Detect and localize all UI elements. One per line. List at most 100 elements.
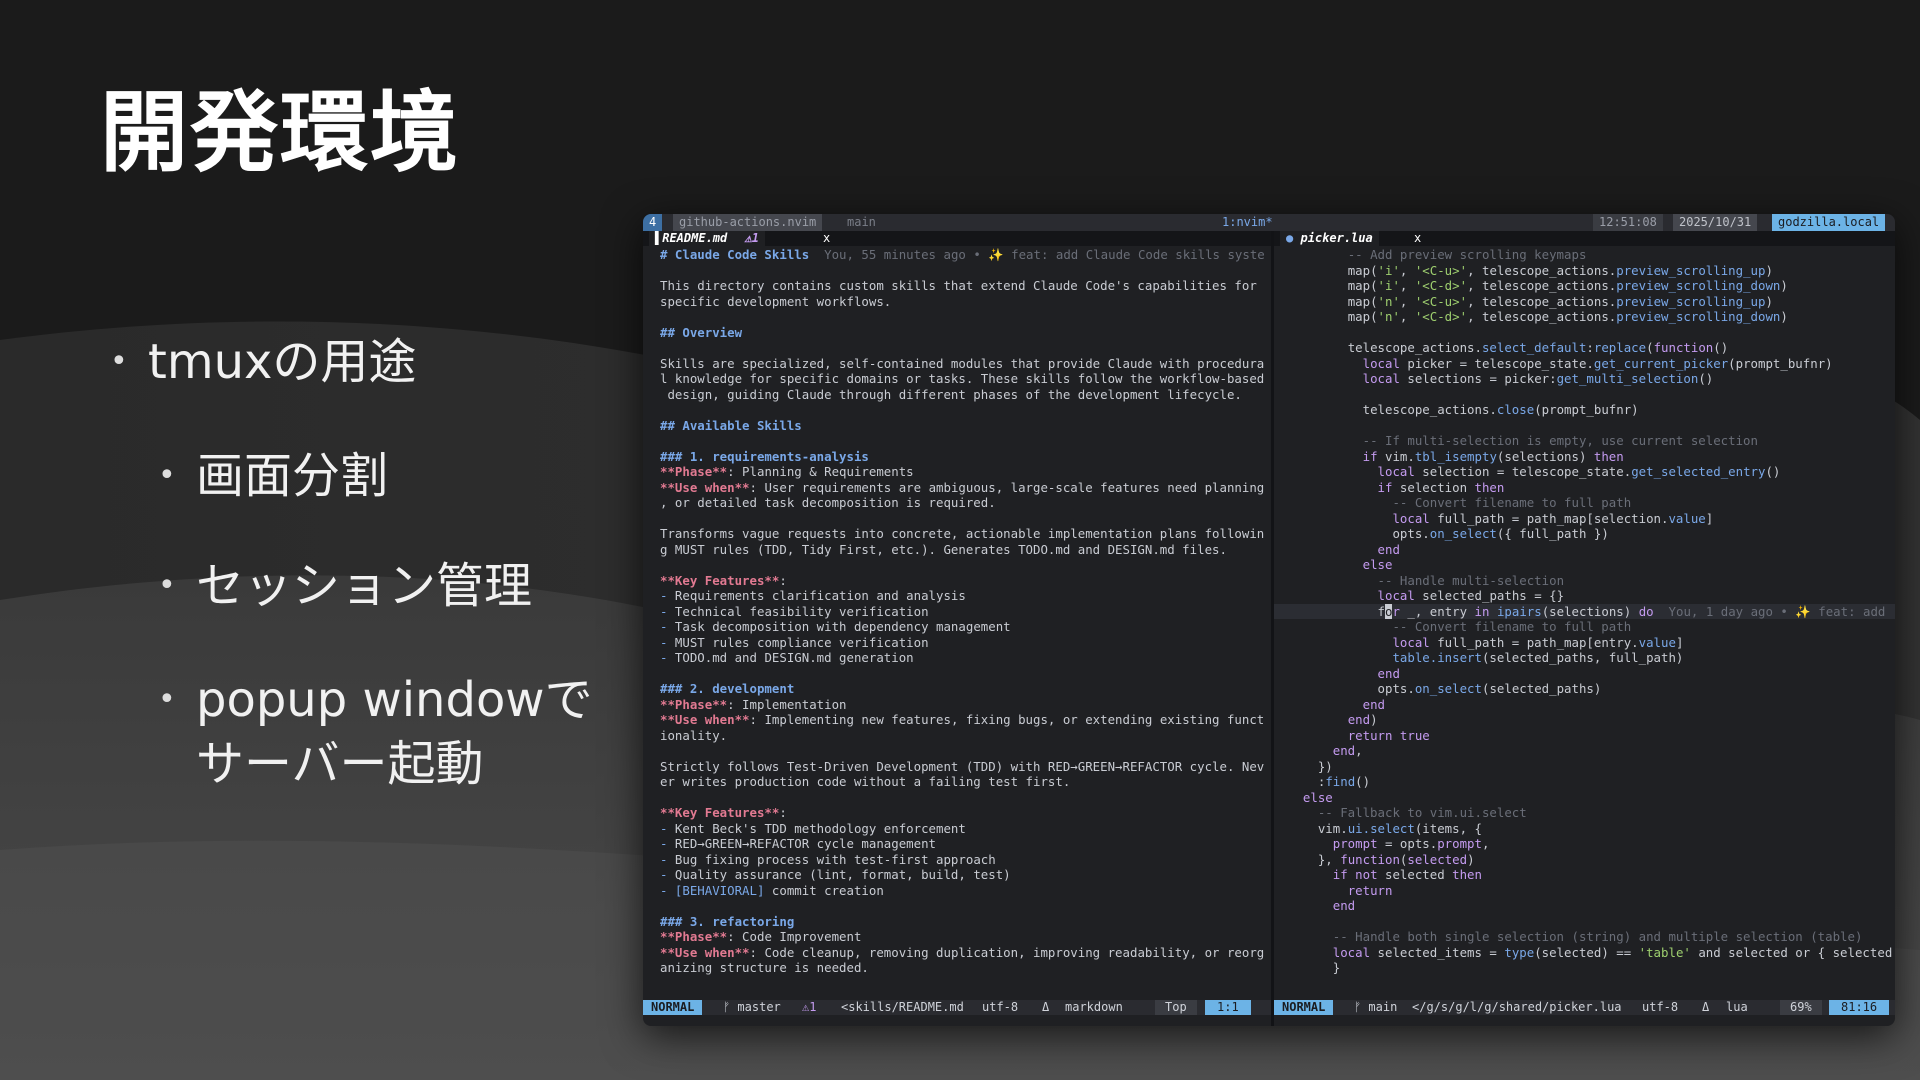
buffer-tab-picker[interactable]: ● picker.lua [1280,231,1379,246]
editor-line: map('i', '<C-d>', telescope_actions.prev… [1274,278,1895,294]
line-text: Requirements clarification and analysis [674,588,966,603]
line-text: Bug fixing process with test-first appro… [674,851,996,867]
link-token: [BEHAVIORAL] [674,882,765,898]
line-text: # Claude Code Skills [660,247,810,262]
code-token: picker = telescope_state. [1399,355,1594,371]
code-token: find [1325,774,1356,789]
code-token: else [1362,557,1393,572]
line-text: : [779,805,787,820]
code-token: local [1392,510,1430,526]
editor-buffer-right[interactable]: -- Add preview scrolling keymaps map('i'… [1274,247,1895,976]
line-text: ### 3. refactoring [660,913,795,929]
code-token: prompt [1332,836,1378,851]
editor-pane-right[interactable]: ● picker.lua x -- Add preview scrolling … [1274,231,1895,1026]
code-token: (prompt_bufnr) [1534,402,1639,417]
git-branch: ᚠ master [723,1000,781,1014]
git-blame-text: You, 55 minutes ago • ✨ feat: add Claude… [809,247,1265,262]
code-token: '<C-u>' [1414,262,1468,278]
code-token: () [1355,774,1371,789]
mode-indicator: NORMAL [1274,1000,1334,1015]
line-text: RED→GREEN→REFACTOR cycle management [674,836,937,851]
code-token: ) [1765,293,1773,309]
tmux-session-name[interactable]: github-actions.nvim [673,214,823,231]
tmux-window-tab[interactable]: 1:nvim* [1216,214,1279,231]
emphasis-token: **Phase** [660,696,728,712]
editor-line: - TODO.md and DESIGN.md generation [643,650,1271,666]
code-token: value [1668,510,1706,526]
code-token: selected_items = [1370,944,1505,960]
editor-buffer-left[interactable]: # Claude Code Skills You, 55 minutes ago… [643,247,1271,976]
list-dash: - [660,650,675,665]
code-token: end [1347,712,1371,727]
scroll-position: Top [1155,1000,1197,1015]
filetype: markdown [1065,1000,1123,1014]
line-text: : Code cleanup, removing duplication, im… [749,944,1265,960]
git-blame-text: You, 1 day ago • ✨ feat: add [1653,603,1886,619]
bullet-popup-window: • popup windowで [158,668,593,732]
terminal-window[interactable]: 4 github-actions.nvim main 1:nvim* 12:51… [643,214,1895,1026]
code-token: vim. [1317,820,1348,836]
tmux-date: 2025/10/31 [1673,214,1758,231]
code-token: select_default [1481,340,1587,355]
editor-line: map('n', '<C-u>', telescope_actions.prev… [1274,294,1895,310]
code-token: f [1377,603,1385,619]
code-token: (items, { [1414,820,1482,836]
git-branch: ᚠ main [1354,1000,1398,1014]
code-token: end [1377,665,1400,681]
editor-line: - Bug fixing process with test-first app… [643,852,1271,868]
line-text: This directory contains custom skills th… [660,278,1257,293]
editor-line: }, function(selected) [1274,852,1895,868]
code-token: selections = picker: [1399,371,1557,386]
editor-line: - Kent Beck's TDD methodology enforcemen… [643,821,1271,837]
code-token: () [1698,371,1714,386]
code-token: ] [1705,510,1714,526]
editor-line: -- Handle both single selection (string)… [1274,929,1895,945]
editor-line: ## Available Skills [643,418,1271,434]
line-text: : [779,572,787,588]
code-token: ] [1675,634,1684,650]
close-tab-icon[interactable]: x [823,231,830,246]
code-token: -- If multi-selection is empty, use curr… [1362,433,1758,448]
tmux-host: godzilla.local [1772,214,1886,231]
code-token: -- Handle multi-selection [1377,572,1565,588]
list-dash: - [660,836,675,851]
line-text: , or detailed task decomposition is requ… [660,495,996,510]
buffer-tabline: ● picker.lua x [1274,231,1895,246]
buffer-tab-readme[interactable]: ▌README.md ⚠1 [649,231,765,246]
editor-pane-left[interactable]: ▌README.md ⚠1 x # Claude Code Skills You… [643,231,1271,1026]
editor-line: -- Convert filename to full path [1274,495,1895,511]
line-text: design, guiding Claude through different… [660,386,1242,402]
mode-indicator: NORMAL [643,1000,703,1015]
code-token: if [1362,448,1378,464]
code-token: if [1377,479,1393,495]
emphasis-token: **Use when** [660,479,750,495]
statusline-left: NORMAL ᚠ master ⚠1 <skills/README.md utf… [643,1000,1271,1015]
code-token: r [1392,603,1400,619]
lua-file-icon: ● [1286,231,1294,245]
line-text: g MUST rules (TDD, Tidy First, etc.). Ge… [660,541,1227,557]
line-text: MUST rules compliance verification [674,634,929,650]
code-token: and selected or { selected [1690,944,1893,960]
editor-line: }) [1274,759,1895,775]
code-token: true [1399,727,1430,743]
current-line: for _, entry in ipairs(selections) do Yo… [1274,603,1895,619]
editor-line: **Phase**: Code Improvement [643,929,1271,945]
close-tab-icon[interactable]: x [1414,231,1421,246]
bullet-popup-window-cont: サーバー起動 [196,736,484,792]
buffer-tabline: ▌README.md ⚠1 x [643,231,1271,246]
line-text: Task decomposition with dependency manag… [674,619,1011,634]
code-token: _, entry [1399,603,1475,619]
emphasis-token: **Key Features** [660,572,780,588]
emphasis-token: **Key Features** [660,805,780,820]
code-token: table.insert [1392,650,1482,665]
